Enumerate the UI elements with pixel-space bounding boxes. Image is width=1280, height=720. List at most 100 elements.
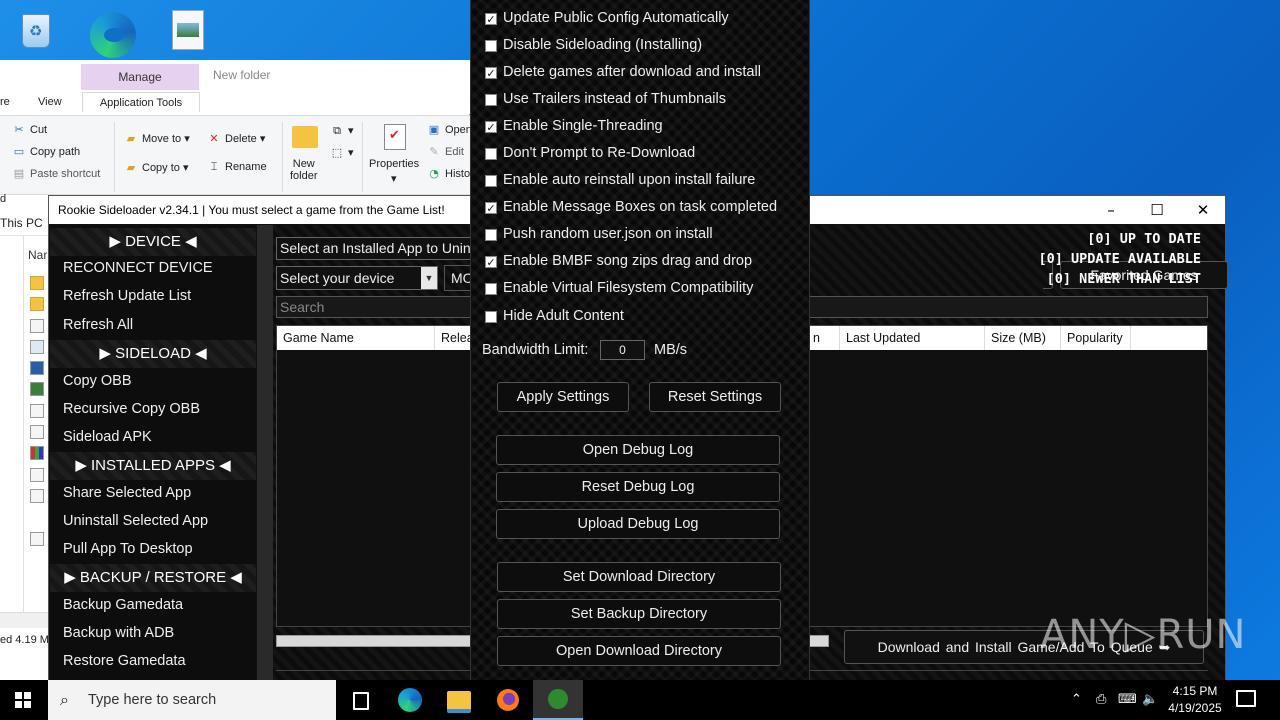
rookie-taskbar-icon[interactable] xyxy=(533,680,583,720)
column-size[interactable]: Size (MB) xyxy=(985,326,1061,350)
sidebar-scrollbar[interactable] xyxy=(257,225,273,682)
history-button[interactable]: ◔ Histo xyxy=(427,168,470,180)
set-backup-directory-button[interactable]: Set Backup Directory xyxy=(497,599,781,629)
folder-icon[interactable] xyxy=(30,276,44,290)
checkbox-checked[interactable]: ✓ xyxy=(485,121,497,133)
taskbar-search[interactable]: ⌕ Type here to search xyxy=(48,680,336,720)
minimize-button[interactable]: – xyxy=(1088,196,1134,224)
checkbox-unchecked[interactable] xyxy=(485,40,497,52)
edit-button[interactable]: ✎ Edit xyxy=(427,146,464,158)
copy-obb-button[interactable]: Copy OBB xyxy=(63,373,132,389)
manage-tab[interactable]: Manage xyxy=(81,64,199,90)
new-item-icon[interactable]: ⧉ ▾ xyxy=(330,124,353,137)
copy-folder-icon: ▰ xyxy=(126,161,136,175)
sideload-apk-button[interactable]: Sideload APK xyxy=(63,429,152,445)
new-folder-icon[interactable] xyxy=(292,126,318,148)
close-button[interactable]: ✕ xyxy=(1180,196,1226,224)
rookie-exe-icon[interactable] xyxy=(30,382,44,396)
set-download-directory-button[interactable]: Set Download Directory xyxy=(497,562,781,592)
start-button[interactable] xyxy=(0,680,48,720)
checkbox-unchecked[interactable] xyxy=(485,94,497,106)
checkbox-checked[interactable]: ✓ xyxy=(485,256,497,268)
bandwidth-limit-input[interactable]: 0 xyxy=(600,340,645,360)
notification-icon[interactable] xyxy=(1236,690,1256,707)
text-file-icon[interactable] xyxy=(30,425,44,439)
checkbox-checked[interactable]: ✓ xyxy=(485,67,497,79)
properties-dropdown-icon[interactable]: ▾ xyxy=(391,172,397,185)
edge-taskbar-icon[interactable] xyxy=(386,680,434,720)
file-explorer-taskbar-icon[interactable] xyxy=(435,680,483,720)
installed-app-dropdown[interactable]: Select an Installed App to Uninstall... xyxy=(276,237,476,260)
app-file-icon[interactable] xyxy=(30,340,44,354)
image-file-icon[interactable] xyxy=(170,8,214,56)
chevron-up-icon[interactable]: ⌃ xyxy=(1071,680,1082,720)
new-folder-button[interactable]: New folder xyxy=(290,158,318,182)
config-file-icon[interactable] xyxy=(30,404,44,418)
powershell-file-icon[interactable] xyxy=(30,361,44,375)
device-dropdown[interactable]: Select your device ▼ xyxy=(276,266,438,290)
network-icon[interactable]: ⌨ xyxy=(1118,680,1137,720)
task-view-icon[interactable] xyxy=(336,680,384,720)
reset-settings-button[interactable]: Reset Settings xyxy=(649,382,781,412)
maximize-button[interactable]: ☐ xyxy=(1134,196,1180,224)
upload-debug-log-button[interactable]: Upload Debug Log xyxy=(496,509,780,539)
volume-icon[interactable]: 🔈 xyxy=(1142,680,1158,720)
archive-file-icon[interactable] xyxy=(30,446,44,460)
window-title: New folder xyxy=(213,68,271,82)
tab-share[interactable]: re xyxy=(0,96,10,108)
copy-path-button[interactable]: ▭ Copy path xyxy=(12,146,80,158)
cut-button[interactable]: ✂ Cut xyxy=(12,124,47,136)
checkbox-unchecked[interactable] xyxy=(485,283,497,295)
open-button[interactable]: ▣ Open xyxy=(427,124,472,136)
pull-app-to-desktop-button[interactable]: Pull App To Desktop xyxy=(63,541,193,557)
refresh-all-button[interactable]: Refresh All xyxy=(63,317,133,333)
properties-button[interactable]: Properties xyxy=(369,158,419,170)
settings-file-icon[interactable] xyxy=(30,319,44,333)
taskbar: ⌕ Type here to search ⌃ ⎙ ⌨ 🔈 4:15 PM 4/… xyxy=(0,680,1280,720)
easy-access-icon[interactable]: ⬚ ▾ xyxy=(330,146,354,159)
column-game-name[interactable]: Game Name xyxy=(277,326,435,350)
clock[interactable]: 4:15 PM 4/19/2025 xyxy=(1160,683,1230,717)
settings-file-icon[interactable] xyxy=(30,468,44,482)
rename-button[interactable]: ⌶ Rename xyxy=(207,161,267,173)
column-last-updated[interactable]: Last Updated xyxy=(840,326,985,350)
checkbox-checked[interactable]: ✓ xyxy=(485,202,497,214)
recycle-bin-icon[interactable] xyxy=(14,8,58,56)
tab-application-tools[interactable]: Application Tools xyxy=(82,92,200,112)
checkbox-unchecked[interactable] xyxy=(485,148,497,160)
recursive-copy-obb-button[interactable]: Recursive Copy OBB xyxy=(63,401,200,417)
checkbox-unchecked[interactable] xyxy=(485,311,497,323)
horizontal-scrollbar[interactable] xyxy=(0,612,50,628)
open-download-directory-button[interactable]: Open Download Directory xyxy=(497,636,781,666)
open-debug-log-button[interactable]: Open Debug Log xyxy=(496,435,780,465)
backup-gamedata-button[interactable]: Backup Gamedata xyxy=(63,597,183,613)
apply-settings-button[interactable]: Apply Settings xyxy=(497,382,629,412)
column-popularity[interactable]: Popularity xyxy=(1061,326,1131,350)
reconnect-device-button[interactable]: RECONNECT DEVICE xyxy=(63,260,213,276)
uninstall-selected-app-button[interactable]: Uninstall Selected App xyxy=(63,513,208,529)
refresh-update-list-button[interactable]: Refresh Update List xyxy=(63,288,191,304)
backup-with-adb-button[interactable]: Backup with ADB xyxy=(63,625,174,641)
column-release-name[interactable]: Relea xyxy=(435,326,475,350)
copy-to-button[interactable]: ▰ Copy to ▾ xyxy=(124,161,189,174)
paste-shortcut-button[interactable]: ▤ Paste shortcut xyxy=(12,168,101,180)
chevron-down-icon[interactable]: ▼ xyxy=(421,267,437,289)
checkbox-checked[interactable]: ✓ xyxy=(485,13,497,25)
reset-debug-log-button[interactable]: Reset Debug Log xyxy=(496,472,780,502)
restore-gamedata-button[interactable]: Restore Gamedata xyxy=(63,653,186,669)
blank-file-icon[interactable] xyxy=(30,532,44,546)
checkbox-unchecked[interactable] xyxy=(485,175,497,187)
move-to-button[interactable]: ▰ Move to ▾ xyxy=(124,132,190,145)
blank-file-icon[interactable] xyxy=(30,489,44,503)
device-icon[interactable]: ⎙ xyxy=(1096,680,1106,720)
column-version[interactable]: n xyxy=(807,326,840,350)
properties-icon[interactable] xyxy=(384,124,406,150)
tab-view[interactable]: View xyxy=(38,96,62,108)
share-selected-app-button[interactable]: Share Selected App xyxy=(63,485,191,501)
checkbox-unchecked[interactable] xyxy=(485,229,497,241)
firefox-taskbar-icon[interactable] xyxy=(484,680,532,720)
edge-icon[interactable] xyxy=(86,8,136,58)
settings-option-label: Disable Sideloading (Installing) xyxy=(503,37,703,53)
delete-button[interactable]: ✕ Delete ▾ xyxy=(207,132,265,145)
folder-icon[interactable] xyxy=(30,297,44,311)
